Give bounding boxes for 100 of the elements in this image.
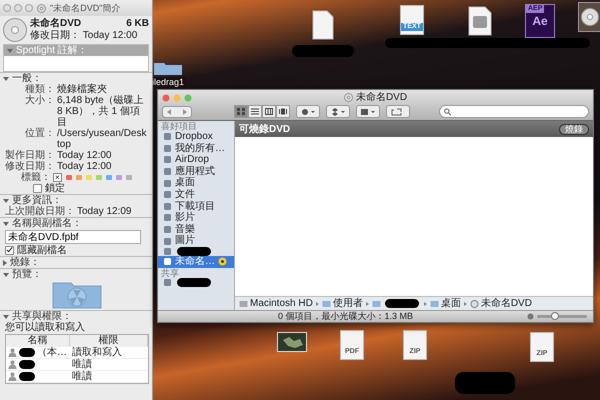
name-field[interactable]: 未命名DVD.fpbf <box>5 230 141 244</box>
section-title: 更多資訊： <box>12 195 62 206</box>
redaction-mark <box>292 45 354 57</box>
search-field[interactable] <box>439 105 589 118</box>
arrange-menu-icon <box>361 108 375 116</box>
sidebar-item[interactable]: 未命名… <box>158 256 234 268</box>
sidebar-item[interactable]: 圖片 <box>158 235 234 247</box>
section-title: 一般： <box>12 73 42 84</box>
file-size: 6 KB <box>126 18 149 30</box>
redaction-mark <box>177 246 211 256</box>
view-button[interactable] <box>262 105 276 118</box>
window-title: "未命名DVD"簡介 <box>50 2 120 14</box>
window-buttons-icon <box>162 94 192 102</box>
section-header[interactable]: 燒錄： <box>3 257 149 268</box>
redaction-mark <box>19 372 35 381</box>
privilege-value[interactable]: 唯讀 <box>72 371 92 382</box>
checkbox-label: 鎖定 <box>45 183 65 194</box>
path-item[interactable]: 使用者 <box>322 298 363 309</box>
privilege-value[interactable]: 讀取和寫入 <box>72 347 122 358</box>
dvd-icon <box>3 18 27 42</box>
window-buttons-icon <box>3 4 33 12</box>
window-title: 未命名DVD <box>356 92 408 103</box>
group-icon <box>8 372 17 381</box>
sidebar-item[interactable]: 應用程式 <box>158 166 234 178</box>
group-icon <box>8 360 17 369</box>
field-value: Today 12:00 <box>57 150 112 161</box>
disclosure-triangle-icon[interactable] <box>3 272 9 276</box>
section-header[interactable]: 預覽： <box>3 269 149 280</box>
dropbox-menu-button[interactable] <box>326 105 350 118</box>
icon-size-slider[interactable] <box>537 315 587 318</box>
burn-button[interactable]: 燒錄 <box>559 124 589 134</box>
disk-image-icon <box>468 6 492 36</box>
path-separator-icon <box>366 302 369 306</box>
radiation-icon <box>218 257 227 266</box>
field-value: /Users/yusean/Desktop <box>57 128 148 150</box>
column-header[interactable]: 名稱 <box>6 335 70 346</box>
dvd-icon <box>37 4 46 12</box>
user-name: （本… <box>37 347 67 358</box>
sidebar-item[interactable]: 下載項目 <box>158 200 234 212</box>
view-button[interactable] <box>234 105 248 118</box>
sidebar-item[interactable]: 桌面 <box>158 177 234 189</box>
sidebar-item[interactable]: 影片 <box>158 212 234 224</box>
sidebar-item[interactable]: 文件 <box>158 188 234 201</box>
section-header[interactable]: 名稱與副檔名： <box>3 218 149 229</box>
field-label: 標籤： <box>20 172 51 183</box>
field-value: 6,148 byte（磁碟上 8 KB），共 1 個項目 <box>57 95 145 128</box>
redaction-mark <box>177 278 211 287</box>
column-view-icon <box>265 108 273 115</box>
view-button[interactable] <box>276 105 290 118</box>
redaction-mark <box>19 348 35 357</box>
path-item[interactable]: 未命名DVD <box>470 298 532 309</box>
path-item[interactable] <box>372 299 421 308</box>
slider-thumb[interactable] <box>550 312 558 320</box>
section-header[interactable]: 一般： <box>3 73 149 84</box>
checkbox[interactable] <box>33 184 42 193</box>
sidebar-item[interactable]: 我的所有… <box>158 142 234 154</box>
section-title: 預覽： <box>12 269 42 280</box>
permission-note: 您可以讀取和寫入 <box>5 322 86 333</box>
disclosure-triangle-icon[interactable] <box>3 314 9 318</box>
view-button[interactable] <box>248 105 262 118</box>
burn-bar-title: 可燒錄DVD <box>239 122 290 136</box>
path-item[interactable]: Macintosh HD <box>239 298 313 309</box>
checkbox[interactable] <box>5 246 14 255</box>
sidebar-item[interactable]: Dropbox <box>158 131 234 143</box>
disclosure-triangle-icon[interactable] <box>3 76 9 80</box>
field-value: 燒錄檔案夾 <box>57 84 108 95</box>
field-label: 上次開啟日期： <box>5 206 75 217</box>
arrange-menu-button[interactable] <box>356 105 380 118</box>
app-logo-text: Ae <box>532 13 548 29</box>
column-header[interactable]: 權限 <box>70 335 148 346</box>
field-label: 種類： <box>24 84 55 95</box>
path-separator-icon <box>464 302 467 306</box>
icon-view-icon <box>237 108 245 115</box>
comment-field[interactable] <box>4 56 148 71</box>
field-label: 大小： <box>24 95 55 108</box>
checkbox-label: 隱藏副檔名 <box>17 245 67 256</box>
redaction-mark <box>19 360 35 369</box>
privilege-value[interactable]: 唯讀 <box>72 359 92 370</box>
search-icon <box>444 108 452 116</box>
sidebar-heading: 喜好項目 <box>160 121 198 131</box>
redaction-mark <box>455 372 515 394</box>
sidebar-item[interactable]: AirDrop <box>158 154 234 166</box>
disclosure-triangle-icon[interactable] <box>3 222 9 226</box>
section-title: Spotlight 註解： <box>16 45 88 56</box>
back-forward-buttons <box>162 106 192 118</box>
action-menu-button[interactable] <box>296 105 320 118</box>
clear-tag-button[interactable]: × <box>53 173 62 182</box>
disclosure-triangle-icon[interactable] <box>3 260 7 266</box>
field-value: Today 12:00 <box>57 161 112 172</box>
field-label: 修改日期： <box>5 161 55 172</box>
file-name: iledrag1 <box>150 77 186 87</box>
action-menu-icon <box>301 108 315 116</box>
section-header[interactable]: 更多資訊： <box>3 195 149 206</box>
sidebar-item[interactable]: 音樂 <box>158 224 234 236</box>
section-header[interactable]: 共享與權限： <box>3 311 149 322</box>
dvd-icon <box>470 300 479 308</box>
sidebar-heading: 共享 <box>160 268 180 278</box>
path-item[interactable]: 桌面 <box>430 298 461 309</box>
share-button[interactable] <box>386 105 410 118</box>
disclosure-triangle-icon[interactable] <box>3 198 9 202</box>
